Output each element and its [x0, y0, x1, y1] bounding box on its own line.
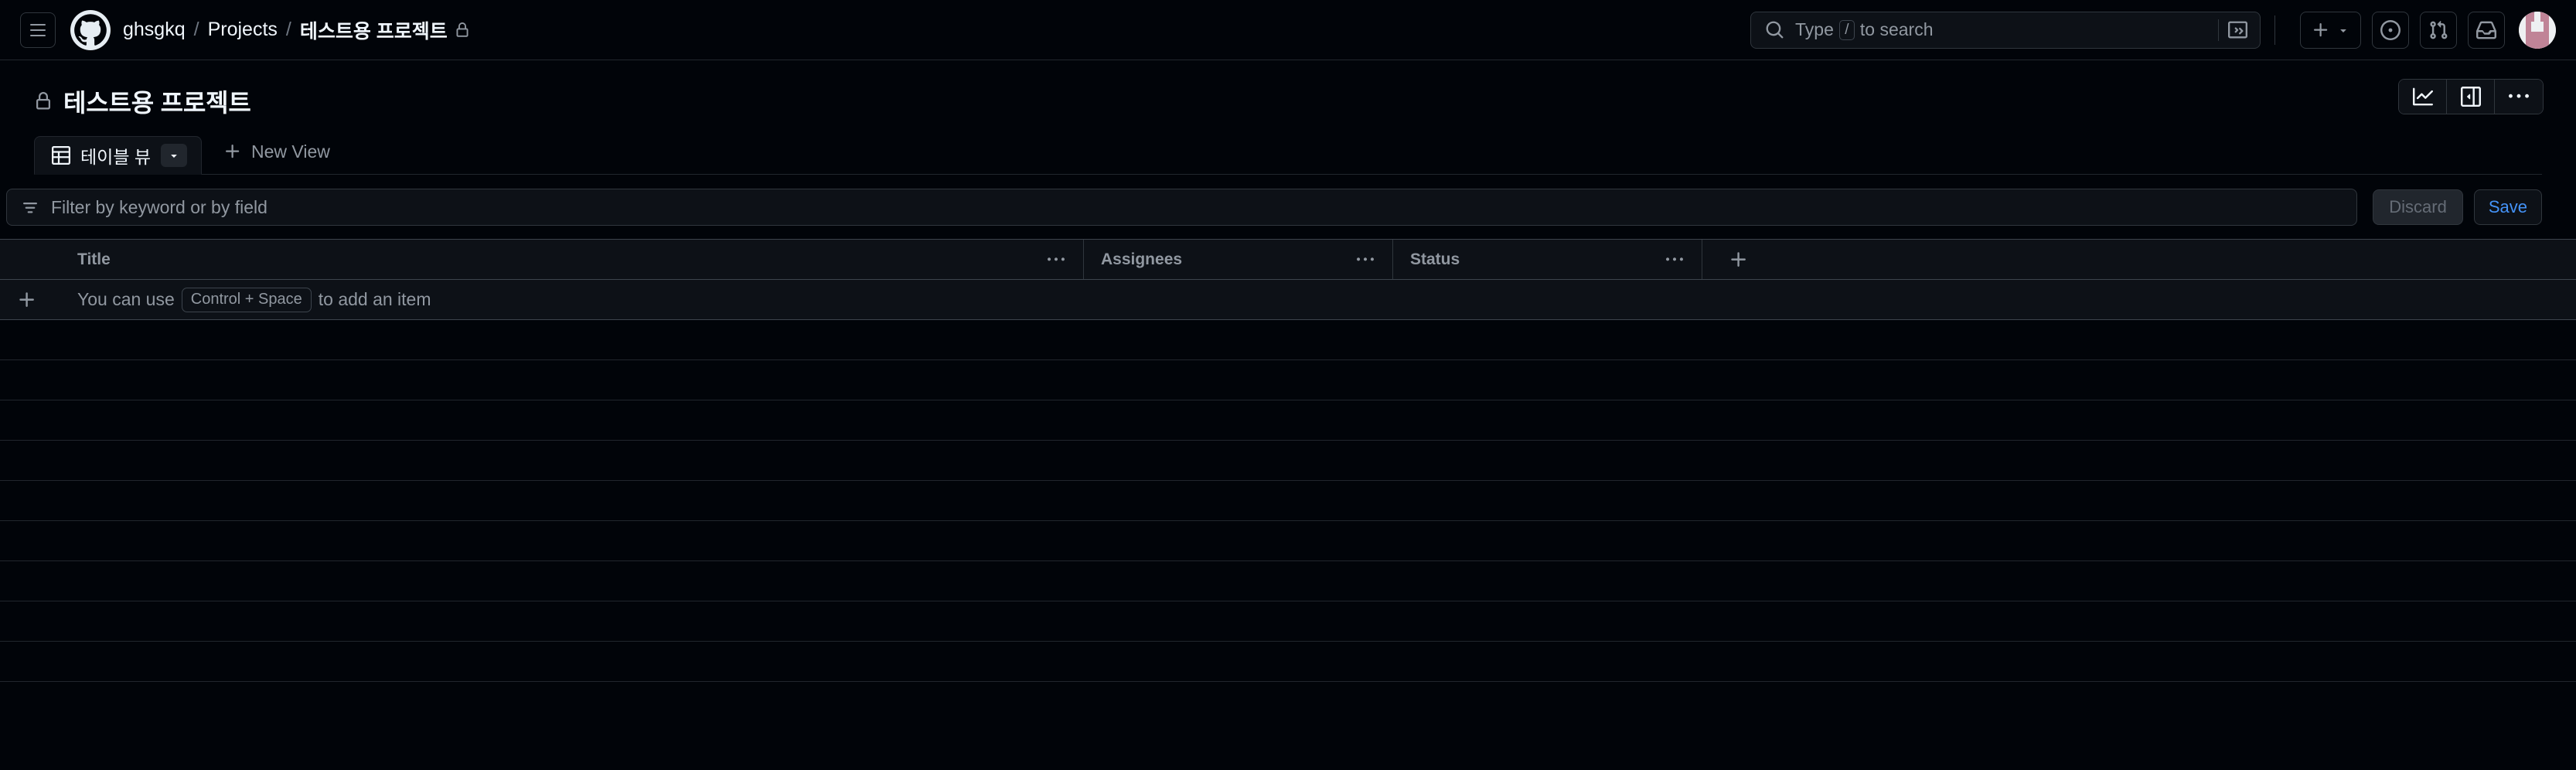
project-header: 테스트용 프로젝트 테이블 뷰 New View [0, 60, 2576, 175]
table-header-row: Title Assignees Status [0, 240, 2576, 280]
project-title-row: 테스트용 프로젝트 [34, 83, 2542, 119]
kebab-horizontal-icon[interactable] [1661, 247, 1688, 273]
search-divider [2218, 19, 2219, 41]
filter-input[interactable]: Filter by keyword or by field [6, 189, 2358, 226]
issue-opened-icon [2380, 19, 2401, 40]
lock-icon [34, 92, 53, 111]
table-row[interactable] [0, 360, 2576, 400]
view-tabs: 테이블 뷰 New View [34, 136, 2542, 175]
table-row[interactable] [0, 642, 2576, 682]
plus-icon [223, 142, 242, 161]
plus-icon [17, 290, 77, 310]
inbox-icon [2476, 21, 2496, 39]
page-title: 테스트용 프로젝트 [63, 89, 251, 117]
breadcrumb: ghsgkq / Projects / 테스트용 프로젝트 [123, 16, 470, 44]
add-item-hint: You can use Control + Space to add an it… [77, 287, 431, 312]
table-row[interactable] [0, 320, 2576, 360]
git-pull-request-icon [2430, 20, 2448, 39]
hamburger-icon[interactable] [20, 12, 56, 48]
side-panel-icon [2460, 87, 2481, 107]
plus-icon [1731, 251, 1746, 267]
tab-label: 테이블 뷰 [80, 147, 152, 167]
add-item-text-before: You can use [77, 289, 175, 309]
column-header-title[interactable]: Title [0, 240, 1084, 279]
kebab-horizontal-icon[interactable] [1043, 247, 1069, 273]
breadcrumb-separator-2: / [285, 19, 291, 40]
breadcrumb-projects[interactable]: Projects [208, 19, 278, 41]
table-icon [52, 146, 70, 165]
kebab-horizontal-icon [2509, 94, 2529, 98]
filter-icon [21, 198, 39, 216]
table-empty-rows [0, 320, 2576, 682]
chevron-down-icon [2340, 29, 2346, 32]
column-header-assignees[interactable]: Assignees [1084, 240, 1393, 279]
global-header: ghsgkq / Projects / 테스트용 프로젝트 Type / to … [0, 0, 2576, 60]
breadcrumb-current-project[interactable]: 테스트용 프로젝트 [300, 16, 448, 44]
insights-button[interactable] [2399, 80, 2447, 114]
add-item-text-after: to add an item [318, 289, 431, 309]
triangle-down-icon[interactable] [161, 144, 188, 167]
notifications-inbox[interactable] [2468, 11, 2505, 49]
search-slash-key: / [1838, 19, 1855, 40]
search-input[interactable]: Type / to search [1750, 11, 2261, 49]
project-table: Title Assignees Status You can use Contr… [0, 239, 2576, 682]
github-mark-icon[interactable] [69, 9, 112, 52]
avatar[interactable] [2519, 11, 2556, 49]
tab-table-view[interactable]: 테이블 뷰 [34, 136, 203, 175]
column-label: Title [77, 250, 111, 268]
shortcut-badge: Control + Space [181, 287, 312, 312]
add-column-button[interactable] [1702, 240, 1795, 279]
save-button[interactable]: Save [2473, 189, 2542, 225]
breadcrumb-owner[interactable]: ghsgkq [123, 19, 186, 41]
table-row[interactable] [0, 521, 2576, 561]
header-divider [2274, 15, 2275, 45]
add-item-row[interactable]: You can use Control + Space to add an it… [0, 280, 2576, 320]
table-row[interactable] [0, 400, 2576, 441]
new-view-label: New View [251, 141, 330, 162]
plus-icon [2314, 22, 2328, 36]
table-row[interactable] [0, 601, 2576, 642]
search-icon [1765, 20, 1784, 39]
toggle-side-panel-button[interactable] [2447, 80, 2495, 114]
terminal-icon[interactable] [2228, 20, 2254, 39]
create-new-menu[interactable] [2300, 11, 2361, 49]
table-row[interactable] [0, 441, 2576, 481]
search-placeholder: Type / to search [1795, 19, 2218, 40]
discard-button[interactable]: Discard [2373, 189, 2463, 225]
new-view-button[interactable]: New View [223, 132, 330, 174]
column-header-status[interactable]: Status [1393, 240, 1702, 279]
column-label: Assignees [1101, 250, 1183, 268]
search-placeholder-before: Type [1795, 19, 1834, 39]
pull-requests-link[interactable] [2420, 11, 2457, 49]
project-menu-button[interactable] [2495, 80, 2543, 114]
table-row[interactable] [0, 561, 2576, 601]
search-placeholder-after: to search [1859, 19, 1934, 39]
column-label: Status [1410, 250, 1460, 268]
project-header-actions [2398, 79, 2544, 114]
table-row[interactable] [0, 481, 2576, 521]
filter-placeholder: Filter by keyword or by field [51, 196, 267, 217]
issues-link[interactable] [2372, 11, 2409, 49]
filter-bar: Filter by keyword or by field Discard Sa… [0, 175, 2576, 239]
graph-icon [2412, 87, 2433, 106]
lock-icon [455, 22, 470, 38]
breadcrumb-separator-1: / [193, 19, 199, 40]
kebab-horizontal-icon[interactable] [1352, 247, 1378, 273]
